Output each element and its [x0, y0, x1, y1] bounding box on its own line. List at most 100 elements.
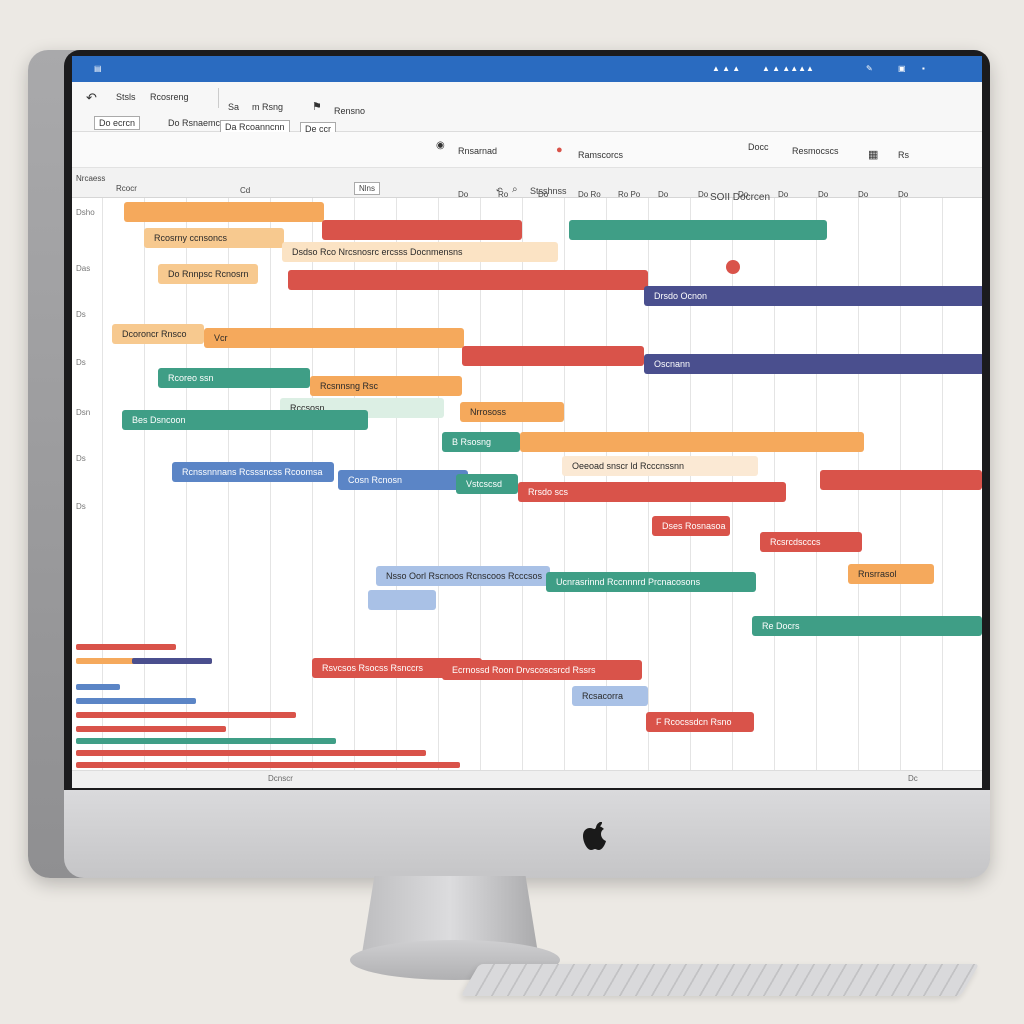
- task-bar[interactable]: Rcnssnnnans Rcsssncss Rcoomsa: [172, 462, 334, 482]
- task-bar[interactable]: Cosn Rcnosn: [338, 470, 468, 490]
- row-label: Das: [76, 264, 91, 273]
- progress-bar: [76, 750, 426, 756]
- task-bar[interactable]: Nsso Oorl Rscnoos Rcnscoos Rcccsos: [376, 566, 550, 586]
- search-icon[interactable]: ⌕: [512, 184, 518, 195]
- tab-rcosreng[interactable]: Rcosreng: [150, 92, 189, 102]
- progress-bar: [132, 658, 212, 664]
- task-bar[interactable]: Rnsrrasol: [848, 564, 934, 584]
- view-dropdown[interactable]: Nlns: [354, 182, 381, 195]
- task-bar[interactable]: Rcosrny ccnsoncs: [144, 228, 284, 248]
- task-bar[interactable]: Rcsrcdscccs: [760, 532, 862, 552]
- keyboard: [460, 964, 980, 996]
- apple-logo-icon: [583, 822, 606, 850]
- grid-icon[interactable]: ▦: [868, 148, 878, 161]
- task-bar[interactable]: Do Rnnpsc Rcnosrn: [158, 264, 258, 284]
- dropdown-box-1[interactable]: Do ecrcn: [94, 116, 141, 130]
- ribbon-label-b[interactable]: Ramscorcs: [578, 150, 623, 160]
- task-bar[interactable]: Re Docrs: [752, 616, 982, 636]
- tab-rsng[interactable]: m Rsng: [252, 102, 283, 112]
- timeline-tick: Do: [818, 190, 829, 199]
- progress-bar: [76, 698, 196, 704]
- task-bar[interactable]: Dcoroncr Rnsco: [112, 324, 204, 344]
- grid-line: [144, 198, 145, 770]
- titlebar-controls-b[interactable]: ▲ ▲ ▲▲▲▲: [762, 64, 814, 73]
- status-bar: Dcnscr Dc: [72, 770, 982, 788]
- task-bar[interactable]: [322, 220, 522, 240]
- close-icon[interactable]: ▪: [922, 64, 925, 73]
- window-icon[interactable]: ▣: [898, 64, 906, 73]
- row-label: Dsho: [76, 208, 95, 217]
- task-bar[interactable]: Dsdso Rco Nrcsnosrc ercsss Docnmensns: [282, 242, 558, 262]
- task-bar[interactable]: Drsdo Ocnon: [644, 286, 982, 306]
- mark-icon[interactable]: ⚑: [312, 100, 322, 113]
- task-bar[interactable]: Bes Dsncoon: [122, 410, 368, 430]
- row-label: Ds: [76, 454, 86, 463]
- task-bar[interactable]: [569, 220, 827, 240]
- task-bar[interactable]: [288, 270, 648, 290]
- task-bar[interactable]: Rrsdo scs: [518, 482, 786, 502]
- timeline-tick: Do: [738, 190, 749, 199]
- app-icon: ▤: [94, 64, 102, 73]
- toolbar: ↶ Stsls Rcosreng Sa m Rsng ⚑ Rensno Do e…: [72, 82, 982, 136]
- monitor-chin: [64, 790, 990, 878]
- undo-icon[interactable]: ↶: [86, 90, 97, 106]
- progress-bar: [76, 684, 120, 690]
- grid-line: [816, 198, 817, 770]
- task-bar[interactable]: [520, 432, 864, 452]
- timeline-tick: Ro: [498, 190, 509, 199]
- app-name: Stsls: [116, 92, 136, 102]
- record-icon[interactable]: ●: [556, 144, 563, 156]
- timeline-tick: Do: [658, 190, 669, 199]
- indicator-icon[interactable]: ◉: [436, 140, 445, 151]
- gantt-chart: Do Ro Do Do Ro Ro Po Do Do Do Do Do Do Do Dsho Das …: [72, 190, 982, 770]
- task-bar[interactable]: [462, 346, 644, 366]
- timeline-tick: Ro Po: [618, 190, 641, 199]
- task-bar[interactable]: Rcsacorra: [572, 686, 648, 706]
- titlebar-controls-a[interactable]: ▲ ▲ ▲: [712, 64, 740, 73]
- task-bar[interactable]: [368, 590, 436, 610]
- row-label: Ds: [76, 358, 86, 367]
- screen: ▤ ▲ ▲ ▲ ▲ ▲ ▲▲▲▲ ✎ ▣ ▪ ↶ Stsls Rcosreng …: [72, 56, 982, 788]
- ribbon-label-d[interactable]: Resmocscs: [792, 146, 839, 156]
- ribbon-label-c[interactable]: Docc: [748, 142, 769, 152]
- ribbon-secondary: ◉ Rnsarnad ● Ramscorcs Docc Resmocscs ▦ …: [72, 132, 982, 168]
- row-label: Dsn: [76, 408, 91, 417]
- progress-bar: [76, 738, 336, 744]
- task-bar[interactable]: Vcr: [204, 328, 464, 348]
- pen-icon[interactable]: ✎: [866, 64, 873, 73]
- title-bar: ▤ ▲ ▲ ▲ ▲ ▲ ▲▲▲▲ ✎ ▣ ▪: [72, 56, 982, 82]
- task-bar[interactable]: Oscnann: [644, 354, 982, 374]
- filter-label-b: Rcocr: [116, 184, 137, 193]
- task-bar[interactable]: [820, 470, 982, 490]
- column-a: Cd: [240, 186, 251, 195]
- filter-label[interactable]: Nrcaess: [76, 174, 105, 183]
- row-label: Ds: [76, 310, 86, 319]
- task-bar[interactable]: B Rsosng: [442, 432, 520, 452]
- status-left: Dcnscr: [268, 774, 293, 783]
- task-bar[interactable]: Vstcscsd: [456, 474, 518, 494]
- task-bar[interactable]: F Rcocssdcn Rsno: [646, 712, 754, 732]
- timeline-tick: Do Ro: [578, 190, 601, 199]
- task-bar[interactable]: Oeeoad snscr ld Rcccnssnn: [562, 456, 758, 476]
- task-bar[interactable]: Ucnrasrinnd Rccnnnrd Prcnacosons: [546, 572, 756, 592]
- task-bar[interactable]: Rcsnnsng Rsc: [310, 376, 462, 396]
- timeline-tick: Do: [538, 190, 549, 199]
- status-right: Dc: [908, 774, 918, 783]
- progress-bar: [76, 762, 460, 768]
- task-bar[interactable]: Nrrososs: [460, 402, 564, 422]
- task-bar[interactable]: [124, 202, 324, 222]
- tab-rensno[interactable]: Rensno: [334, 106, 365, 116]
- task-bar[interactable]: Ecrnossd Roon Drvscoscsrcd Rssrs: [442, 660, 642, 680]
- task-bar[interactable]: Rcoreo ssn: [158, 368, 310, 388]
- timeline-tick: Do: [778, 190, 789, 199]
- ribbon-label-a[interactable]: Rnsarnad: [458, 146, 497, 156]
- toolbar-divider: [218, 88, 219, 108]
- milestone-dot[interactable]: [726, 260, 740, 274]
- timeline-tick: Do: [858, 190, 869, 199]
- progress-bar: [76, 644, 176, 650]
- tab-sa[interactable]: Sa: [228, 102, 239, 112]
- grid-line: [270, 198, 271, 770]
- schedule-label: Stsshnss: [530, 186, 567, 196]
- ribbon-label-e[interactable]: Rs: [898, 150, 909, 160]
- task-bar[interactable]: Dses Rosnasoa: [652, 516, 730, 536]
